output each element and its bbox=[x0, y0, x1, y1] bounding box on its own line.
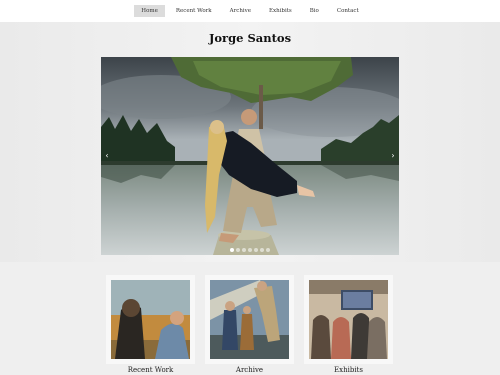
slideshow[interactable]: ‹ › bbox=[101, 57, 399, 255]
slideshow-dot[interactable] bbox=[242, 248, 246, 252]
slideshow-dot[interactable] bbox=[260, 248, 264, 252]
tile-recent-work[interactable] bbox=[106, 275, 195, 364]
slideshow-dot[interactable] bbox=[248, 248, 252, 252]
site-title[interactable]: Jorge Santos bbox=[0, 31, 500, 45]
slideshow-dot[interactable] bbox=[254, 248, 258, 252]
slideshow-dots bbox=[101, 248, 399, 252]
tile-archive-label[interactable]: Archive bbox=[205, 366, 294, 374]
tile-exhibits-label[interactable]: Exhibits bbox=[304, 366, 393, 374]
nav-item-recent-work[interactable]: Recent Work bbox=[169, 5, 219, 17]
tile-recent-work-image bbox=[111, 280, 190, 359]
tile-exhibits-image bbox=[309, 280, 388, 359]
tile-exhibits[interactable] bbox=[304, 275, 393, 364]
slideshow-dot[interactable] bbox=[230, 248, 234, 252]
slideshow-dot[interactable] bbox=[266, 248, 270, 252]
tile-archive-image bbox=[210, 280, 289, 359]
slideshow-prev-arrow-icon[interactable]: ‹ bbox=[102, 150, 112, 162]
nav-item-home[interactable]: Home bbox=[134, 5, 165, 17]
slideshow-painting bbox=[101, 57, 399, 255]
nav-item-exhibits[interactable]: Exhibits bbox=[262, 5, 299, 17]
tile-recent-work-label[interactable]: Recent Work bbox=[106, 366, 195, 374]
tile-archive[interactable] bbox=[205, 275, 294, 364]
top-navigation: Home Recent Work Archive Exhibits Bio Co… bbox=[0, 0, 500, 22]
slideshow-next-arrow-icon[interactable]: › bbox=[388, 150, 398, 162]
slideshow-dot[interactable] bbox=[236, 248, 240, 252]
nav-item-bio[interactable]: Bio bbox=[303, 5, 326, 17]
nav-item-contact[interactable]: Contact bbox=[330, 5, 366, 17]
nav-item-archive[interactable]: Archive bbox=[223, 5, 258, 17]
